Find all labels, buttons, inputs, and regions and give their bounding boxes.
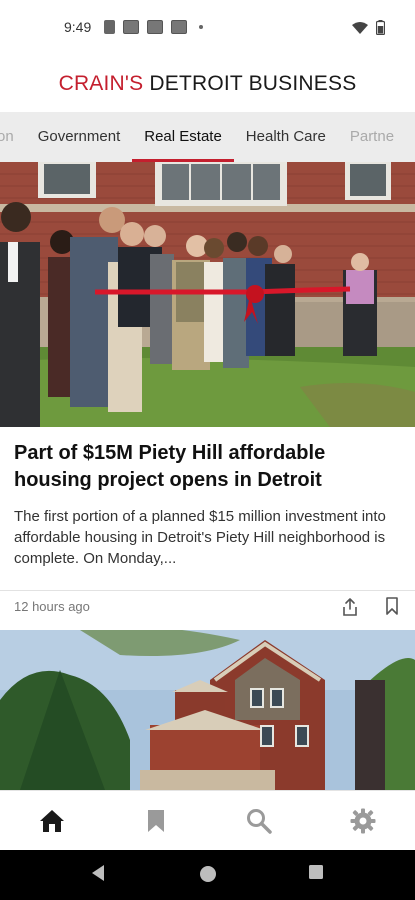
article-headline[interactable]: Part of $15M Piety Hill affordable housi… xyxy=(14,440,401,494)
tab-partner[interactable]: Partne xyxy=(338,112,406,162)
tab-government[interactable]: Government xyxy=(26,112,133,162)
article-card[interactable]: Part of $15M Piety Hill affordable housi… xyxy=(0,427,415,569)
brand-logo-crains: CRAIN'S xyxy=(58,72,144,95)
battery-saver-icon xyxy=(104,20,115,34)
section-tabs[interactable]: inion Government Real Estate Health Care… xyxy=(0,112,415,162)
ribbon-cutting-photo xyxy=(0,162,415,427)
tab-opinion[interactable]: inion xyxy=(0,112,26,162)
wifi-icon xyxy=(352,21,368,34)
nav-home[interactable] xyxy=(32,801,72,841)
recents-icon[interactable] xyxy=(308,864,324,880)
news-notification-icon xyxy=(147,20,163,34)
more-notifications-icon xyxy=(199,25,203,29)
nav-saved[interactable] xyxy=(136,801,176,841)
brand-logo[interactable]: CRAIN'S DETROIT BUSINESS xyxy=(59,72,357,96)
notification-icons xyxy=(104,20,203,34)
article-summary[interactable]: The first portion of a planned $15 milli… xyxy=(14,506,401,569)
home-button-icon[interactable] xyxy=(198,864,218,884)
article-time-ago: 12 hours ago xyxy=(14,599,90,614)
tab-real-estate[interactable]: Real Estate xyxy=(132,112,234,162)
bottom-navigation xyxy=(0,790,415,850)
app-header: CRAIN'S DETROIT BUSINESS xyxy=(0,56,415,112)
status-bar: 9:49 xyxy=(0,0,415,56)
second-article-image[interactable] xyxy=(0,630,415,790)
house-photo xyxy=(0,630,415,790)
news-notification-icon xyxy=(171,20,187,34)
tab-health-care[interactable]: Health Care xyxy=(234,112,338,162)
system-icons xyxy=(352,20,385,35)
gear-icon xyxy=(350,808,376,834)
article-hero-image[interactable] xyxy=(0,162,415,427)
nav-settings[interactable] xyxy=(343,801,383,841)
status-time: 9:49 xyxy=(64,19,92,35)
search-icon xyxy=(247,809,272,834)
brand-logo-detroit-business: DETROIT BUSINESS xyxy=(143,72,357,95)
share-icon[interactable] xyxy=(341,597,359,617)
back-icon[interactable] xyxy=(90,864,106,882)
bookmark-icon xyxy=(148,810,164,832)
system-navigation-bar xyxy=(0,850,415,900)
home-icon xyxy=(40,810,64,832)
nav-search[interactable] xyxy=(239,801,279,841)
article-meta: 12 hours ago xyxy=(0,591,415,629)
battery-icon xyxy=(376,20,385,35)
news-notification-icon xyxy=(123,20,139,34)
bookmark-icon[interactable] xyxy=(385,597,399,615)
